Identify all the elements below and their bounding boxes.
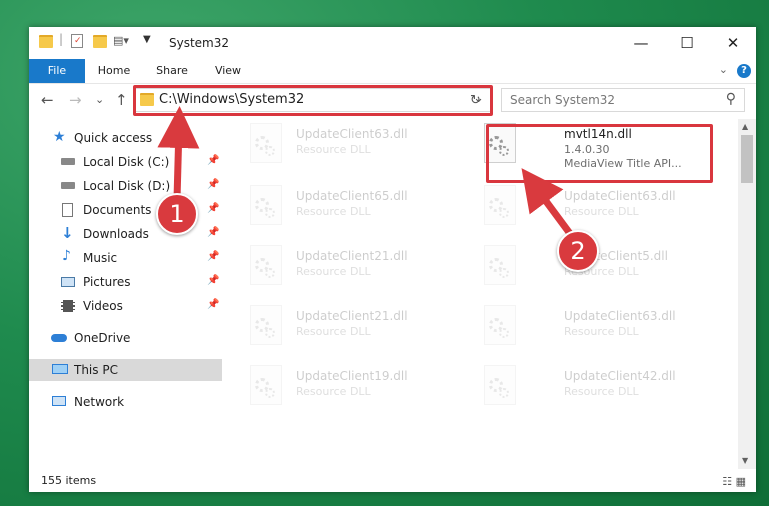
annotation-arrows: [157, 106, 577, 242]
arrow-1: [157, 106, 200, 200]
explorer-window: | ✓ ▤▾ ▼ System32 — ☐ ✕ File Home Share …: [29, 27, 756, 492]
arrow-2: [521, 168, 577, 242]
step-badge-2: 2: [557, 230, 599, 272]
step-badge-1: 1: [156, 193, 198, 235]
